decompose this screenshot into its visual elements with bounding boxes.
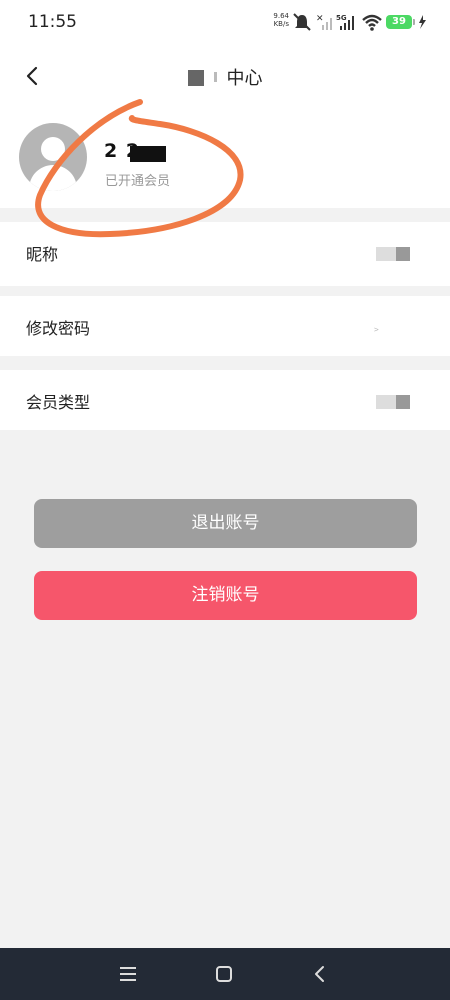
logout-button[interactable]: 退出账号 [34, 499, 417, 548]
avatar-head-icon [41, 137, 65, 161]
menu-icon[interactable] [116, 962, 140, 986]
home-icon[interactable] [212, 962, 236, 986]
redaction-mask [376, 395, 396, 409]
settings-row-label: 昵称 [26, 245, 59, 264]
signal-5g-icon: 5G [336, 14, 354, 30]
member-status: 已开通会员 [105, 174, 171, 189]
chevron-right-icon: ﹥ [371, 322, 382, 335]
redaction-mask [396, 247, 410, 261]
network-speed-value: 9.64 [273, 12, 289, 20]
settings-row-label: 修改密码 [26, 319, 91, 338]
avatar-body-icon [29, 165, 77, 191]
redaction-mask [213, 72, 217, 82]
status-time: 11:55 [28, 12, 77, 32]
redaction-mask [376, 247, 396, 261]
system-nav-bar [0, 948, 450, 1000]
svg-text:✕: ✕ [316, 14, 324, 24]
network-type: 5G [336, 14, 347, 22]
profile-card: 2 2 已开通会员 [0, 110, 450, 208]
redaction-mask [130, 146, 166, 162]
page-title: 中心 [0, 64, 450, 90]
battery-icon: 39 [386, 15, 415, 29]
network-speed-unit: KB/s [273, 20, 289, 28]
mute-icon [293, 13, 311, 31]
back-nav-icon[interactable] [308, 962, 332, 986]
signal-no-service-icon: ✕ [316, 14, 332, 30]
charging-icon [419, 15, 426, 29]
wifi-icon [362, 14, 382, 31]
settings-row-change-password[interactable]: 修改密码 ﹥ [0, 296, 450, 356]
avatar[interactable] [19, 123, 87, 191]
status-bar: 11:55 9.64 KB/s ✕ 5G 39 [0, 0, 450, 44]
delete-account-button[interactable]: 注销账号 [34, 571, 417, 620]
settings-row-label: 会员类型 [26, 393, 91, 412]
page-title-text: 中心 [226, 68, 263, 89]
header: 中心 [0, 44, 450, 110]
network-speed: 9.64 KB/s [271, 12, 289, 28]
settings-row-nickname[interactable]: 昵称 [0, 222, 450, 286]
settings-row-membership-type[interactable]: 会员类型 [0, 370, 450, 430]
redaction-mask [187, 70, 204, 86]
redaction-mask [396, 395, 410, 409]
